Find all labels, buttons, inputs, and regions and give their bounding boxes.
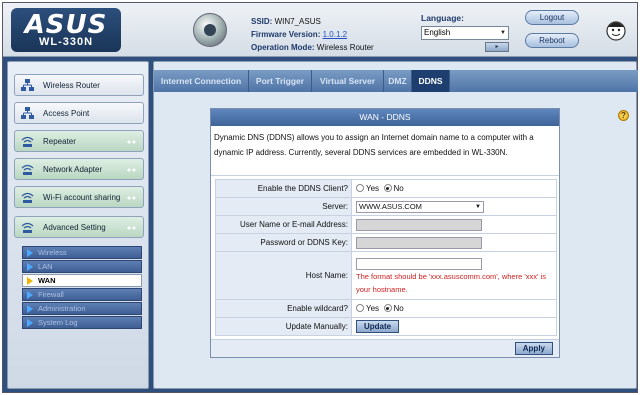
logout-button[interactable]: Logout xyxy=(525,10,579,25)
username-label: User Name or E-mail Address: xyxy=(215,215,352,234)
sidebar-item-label: Wi-Fi account sharing xyxy=(43,193,121,202)
wildcard-label: Enable wildcard? xyxy=(215,299,352,318)
sidebar: Wireless Router Access Point Repeater Ne… xyxy=(7,61,149,389)
tab-internet-connection[interactable]: Internet Connection xyxy=(154,70,249,92)
sidebar-item-wifi-account-sharing[interactable]: Wi-Fi account sharing xyxy=(14,186,144,208)
sidebar-item-repeater[interactable]: Repeater xyxy=(14,130,144,152)
apply-button[interactable]: Apply xyxy=(514,342,553,355)
submenu-item-administration[interactable]: Administration xyxy=(22,302,142,315)
enable-ddns-radios: Yes No xyxy=(351,179,557,198)
submenu-item-wan[interactable]: WAN xyxy=(22,274,142,287)
username-field[interactable] xyxy=(356,218,482,231)
sidebar-item-label: Network Adapter xyxy=(43,165,103,174)
mode-value: Wireless Router xyxy=(316,43,374,52)
sidebar-item-wireless-router[interactable]: Wireless Router xyxy=(14,74,144,96)
submenu-item-label: Wireless xyxy=(38,248,67,257)
tab-ddns[interactable]: DDNS xyxy=(412,70,450,92)
main-content: Internet Connection Port Trigger Virtual… xyxy=(153,61,638,389)
password-label: Password or DDNS Key: xyxy=(215,233,352,252)
arrow-right-icon xyxy=(27,305,33,313)
language-apply-button[interactable]: ▸ xyxy=(485,42,509,52)
router-admin-window: ASUS WL-330N SSID: WIN7_ASUS Firmware Ve… xyxy=(2,2,638,393)
sidebar-item-label: Wireless Router xyxy=(43,81,100,90)
server-select[interactable]: WWW.ASUS.COM xyxy=(356,200,484,213)
password-field[interactable] xyxy=(356,236,482,249)
update-manually-label: Update Manually: xyxy=(215,317,352,336)
arrow-right-icon xyxy=(27,277,33,285)
device-icon xyxy=(193,13,227,47)
sidebar-item-access-point[interactable]: Access Point xyxy=(14,102,144,124)
submenu-item-firewall[interactable]: Firewall xyxy=(22,288,142,301)
model-name: WL-330N xyxy=(38,36,94,48)
submenu-item-label: WAN xyxy=(38,276,56,285)
tab-bar: Internet Connection Port Trigger Virtual… xyxy=(154,70,638,92)
arrow-right-icon xyxy=(27,263,33,271)
panel-description: Dynamic DNS (DDNS) allows you to assign … xyxy=(211,126,559,176)
hostname-label: Host Name: xyxy=(215,251,352,300)
device-info: SSID: WIN7_ASUS Firmware Version: 1.0.1.… xyxy=(251,15,374,54)
wifi-icon xyxy=(21,222,34,233)
panel-title: WAN - DDNS xyxy=(211,109,559,126)
help-face-icon[interactable] xyxy=(603,17,629,43)
ddns-panel: WAN - DDNS Dynamic DNS (DDNS) allows you… xyxy=(210,108,560,358)
firmware-link[interactable]: 1.0.1.2 xyxy=(323,30,347,39)
signal-dots-icon xyxy=(127,168,136,172)
ddns-form: Enable the DDNS Client? Yes No Server: W… xyxy=(215,179,557,336)
ssid-value: WIN7_ASUS xyxy=(274,17,321,26)
ssid-label: SSID: xyxy=(251,17,273,26)
sidebar-item-network-adapter[interactable]: Network Adapter xyxy=(14,158,144,180)
sidebar-item-advanced-setting[interactable]: Advanced Setting xyxy=(14,216,144,238)
update-button[interactable]: Update xyxy=(356,320,400,333)
submenu-item-wireless[interactable]: Wireless xyxy=(22,246,142,259)
advanced-submenu: Wireless LAN WAN Firewall Administration… xyxy=(22,246,142,330)
wildcard-yes-radio[interactable] xyxy=(356,304,364,312)
network-icon xyxy=(21,79,34,91)
tab-dmz[interactable]: DMZ xyxy=(384,70,412,92)
signal-dots-icon xyxy=(127,196,136,200)
no-label: No xyxy=(393,184,404,193)
hostname-hint: The format should be 'xxx.asuscomm.com',… xyxy=(356,271,546,294)
language-label: Language: xyxy=(421,13,464,23)
enable-ddns-no-radio[interactable] xyxy=(383,184,392,192)
signal-dots-icon xyxy=(127,140,136,144)
wifi-icon xyxy=(21,164,34,175)
apply-row: Apply xyxy=(211,339,559,357)
enable-ddns-yes-radio[interactable] xyxy=(356,184,364,192)
wifi-icon xyxy=(21,192,34,203)
wifi-icon xyxy=(21,136,34,147)
network-icon xyxy=(21,107,34,119)
signal-dots-icon xyxy=(127,226,136,230)
header: ASUS WL-330N SSID: WIN7_ASUS Firmware Ve… xyxy=(3,3,637,57)
brand-logo: ASUS WL-330N xyxy=(11,8,121,52)
wildcard-no-radio[interactable] xyxy=(383,304,392,312)
mode-label: Operation Mode: xyxy=(251,43,315,52)
enable-ddns-label: Enable the DDNS Client? xyxy=(215,179,352,198)
hostname-field[interactable] xyxy=(356,257,482,270)
arrow-right-icon xyxy=(27,249,33,257)
submenu-item-label: System Log xyxy=(38,318,78,327)
sidebar-item-label: Repeater xyxy=(43,137,76,146)
yes-label: Yes xyxy=(366,184,380,193)
submenu-item-label: LAN xyxy=(38,262,53,271)
server-label: Server: xyxy=(215,197,352,216)
submenu-item-lan[interactable]: LAN xyxy=(22,260,142,273)
language-select[interactable]: English xyxy=(421,26,509,40)
arrow-right-icon xyxy=(27,291,33,299)
firmware-label: Firmware Version: xyxy=(251,30,321,39)
submenu-item-system-log[interactable]: System Log xyxy=(22,316,142,329)
tab-virtual-server[interactable]: Virtual Server xyxy=(312,70,384,92)
sidebar-item-label: Advanced Setting xyxy=(43,223,106,232)
yes-label: Yes xyxy=(366,304,380,313)
arrow-right-icon xyxy=(27,319,33,327)
submenu-item-label: Administration xyxy=(38,304,86,313)
help-icon[interactable]: ? xyxy=(618,110,629,121)
tab-port-trigger[interactable]: Port Trigger xyxy=(249,70,312,92)
submenu-item-label: Firewall xyxy=(38,290,64,299)
reboot-button[interactable]: Reboot xyxy=(525,33,579,48)
sidebar-item-label: Access Point xyxy=(43,109,90,118)
no-label: No xyxy=(393,304,404,313)
